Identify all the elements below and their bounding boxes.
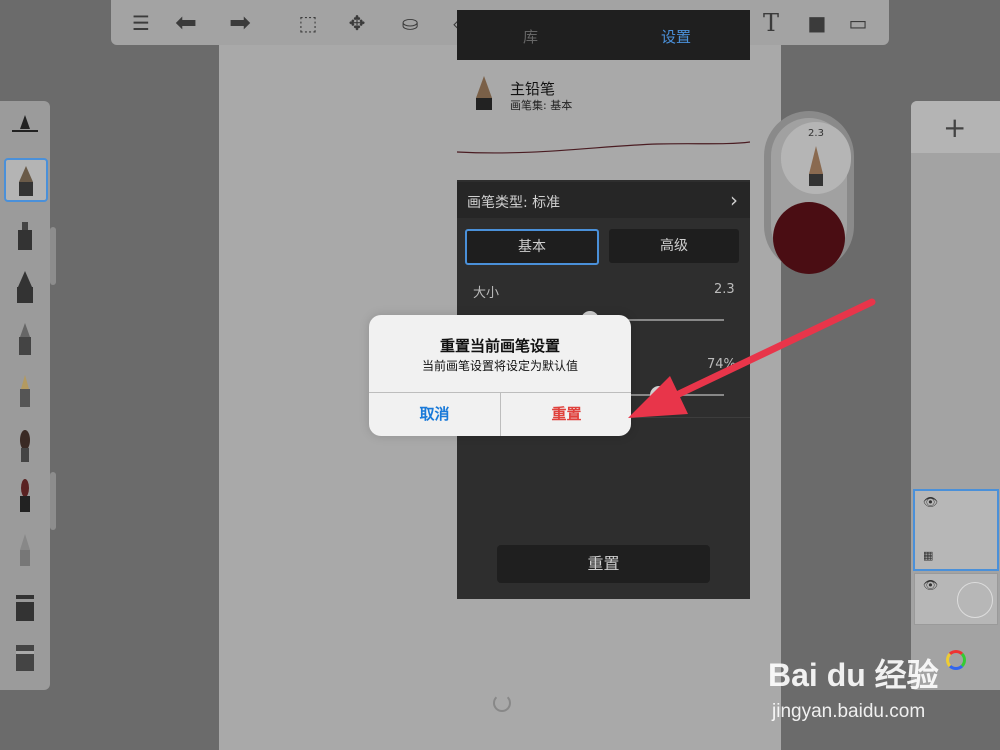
redo-icon[interactable]: ➡ [228,10,252,36]
eraser-pen-icon[interactable] [6,530,44,570]
segment-basic[interactable]: 基本 [465,229,599,265]
baidu-watermark: Bai du 经验 jingyan.baidu.com [768,645,1000,735]
segment-advanced[interactable]: 高级 [609,229,739,263]
ink-pen-icon[interactable] [6,319,44,359]
palette-handle-top[interactable] [50,227,56,285]
undo-icon[interactable]: ⬅ [174,10,198,36]
alert-cancel-button[interactable]: 取消 [369,392,500,436]
select-icon[interactable]: ⬚ [296,11,320,35]
brush-header: 主铅笔 画笔集: 基本 [457,60,750,180]
text-icon[interactable]: T [759,11,783,35]
current-color-swatch[interactable] [773,202,845,274]
chevron-right-icon: › [730,188,738,212]
brush-set-name: 画笔集: 基本 [510,99,573,112]
marker-brush-icon[interactable] [6,267,44,307]
eye-icon[interactable]: 👁 [923,495,938,509]
popover-tabs: 库 设置 [457,10,750,60]
loading-spinner-icon [493,694,511,712]
airbrush-icon[interactable] [6,216,44,256]
lock-icon[interactable]: ▦ [923,549,933,562]
add-layer-icon[interactable]: + [943,111,966,144]
watermark-logo: Bai du 经验 [768,657,939,693]
alert-message: 当前画笔设置将设定为默认值 [421,359,578,373]
background-color-swatch [957,582,993,618]
palette-handle-bottom[interactable] [50,472,56,530]
fountain-pen-icon[interactable] [6,371,44,411]
tab-library[interactable]: 库 [523,26,538,47]
layers-header: + [911,101,1000,153]
brush-library-icon[interactable]: ■ [805,11,829,35]
fullscreen-icon[interactable]: ▭ [846,11,870,35]
reset-alert-dialog: 重置当前画笔设置 当前画笔设置将设定为默认值 取消 重置 [369,315,631,436]
reset-brush-button[interactable]: 重置 [497,545,710,583]
brush-size-readout: 2.3 [808,128,824,139]
pencil-brush-icon [476,76,492,110]
color-puck: 2.3 [764,111,854,274]
eraser-tool-icon[interactable] [6,635,44,675]
pencil-preview-icon [809,146,823,186]
tab-settings[interactable]: 设置 [661,26,691,47]
brush-pen-icon[interactable] [6,476,44,516]
size-label: 大小 [473,286,500,301]
watermark-url: jingyan.baidu.com [772,701,926,722]
brush-type-label: 画笔类型: 标准 [467,195,561,211]
bucket-icon[interactable]: ⛀ [398,11,422,35]
brush-name: 主铅笔 [510,80,556,98]
layer-thumbnail-selected[interactable]: 👁 ▦ [913,489,999,571]
brush-settings-slider-icon[interactable] [6,109,44,149]
move-icon[interactable]: ✥ [345,11,369,35]
brush-type-row[interactable]: 画笔类型: 标准 › [457,182,750,218]
alert-title: 重置当前画笔设置 [439,337,560,355]
smudge-tool-icon[interactable] [6,585,44,625]
list-icon[interactable]: ☰ [129,11,153,35]
annotation-arrow [628,298,876,418]
brush-palette [0,101,50,690]
pencil-brush-icon[interactable] [4,158,48,202]
eye-icon[interactable]: 👁 [923,578,938,592]
brush-size-button[interactable]: 2.3 [781,122,851,194]
layers-panel: + 👁 ▦ 👁 [911,101,1000,690]
stroke-preview [457,141,750,154]
layer-thumbnail-background[interactable]: 👁 [914,573,998,625]
paintbrush-icon[interactable] [6,426,44,466]
